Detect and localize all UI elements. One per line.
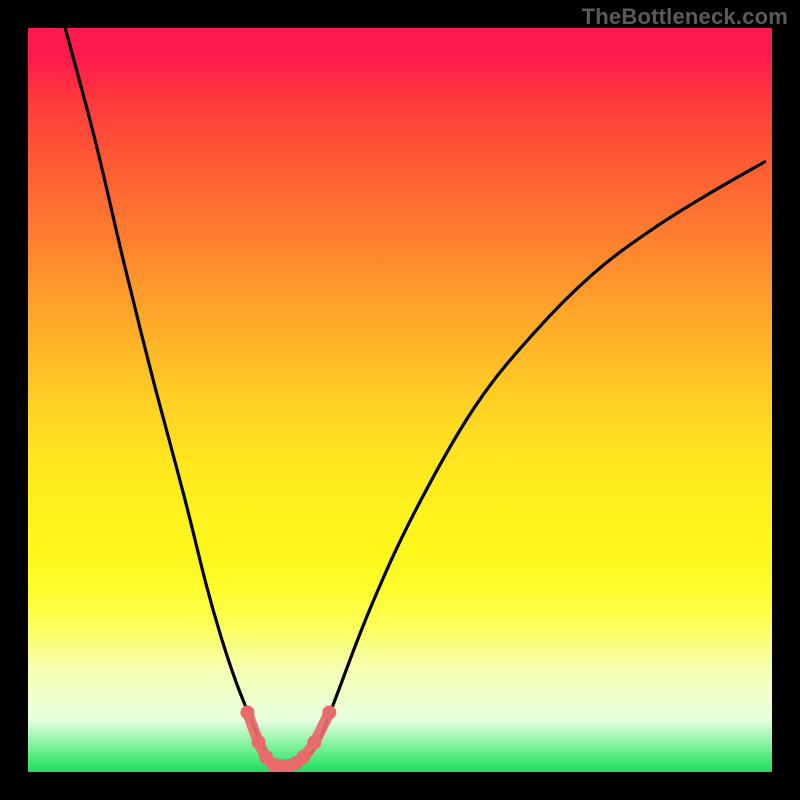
attribution-text: TheBottleneck.com xyxy=(582,4,788,30)
marker-dot xyxy=(252,735,266,749)
marker-dot xyxy=(307,735,321,749)
marker-dot xyxy=(322,705,336,719)
outer-frame: TheBottleneck.com xyxy=(0,0,800,800)
marker-dot xyxy=(296,750,310,764)
plot-area xyxy=(28,28,772,772)
bottleneck-curve xyxy=(65,28,764,767)
chart-svg xyxy=(28,28,772,772)
marker-dot xyxy=(240,705,254,719)
